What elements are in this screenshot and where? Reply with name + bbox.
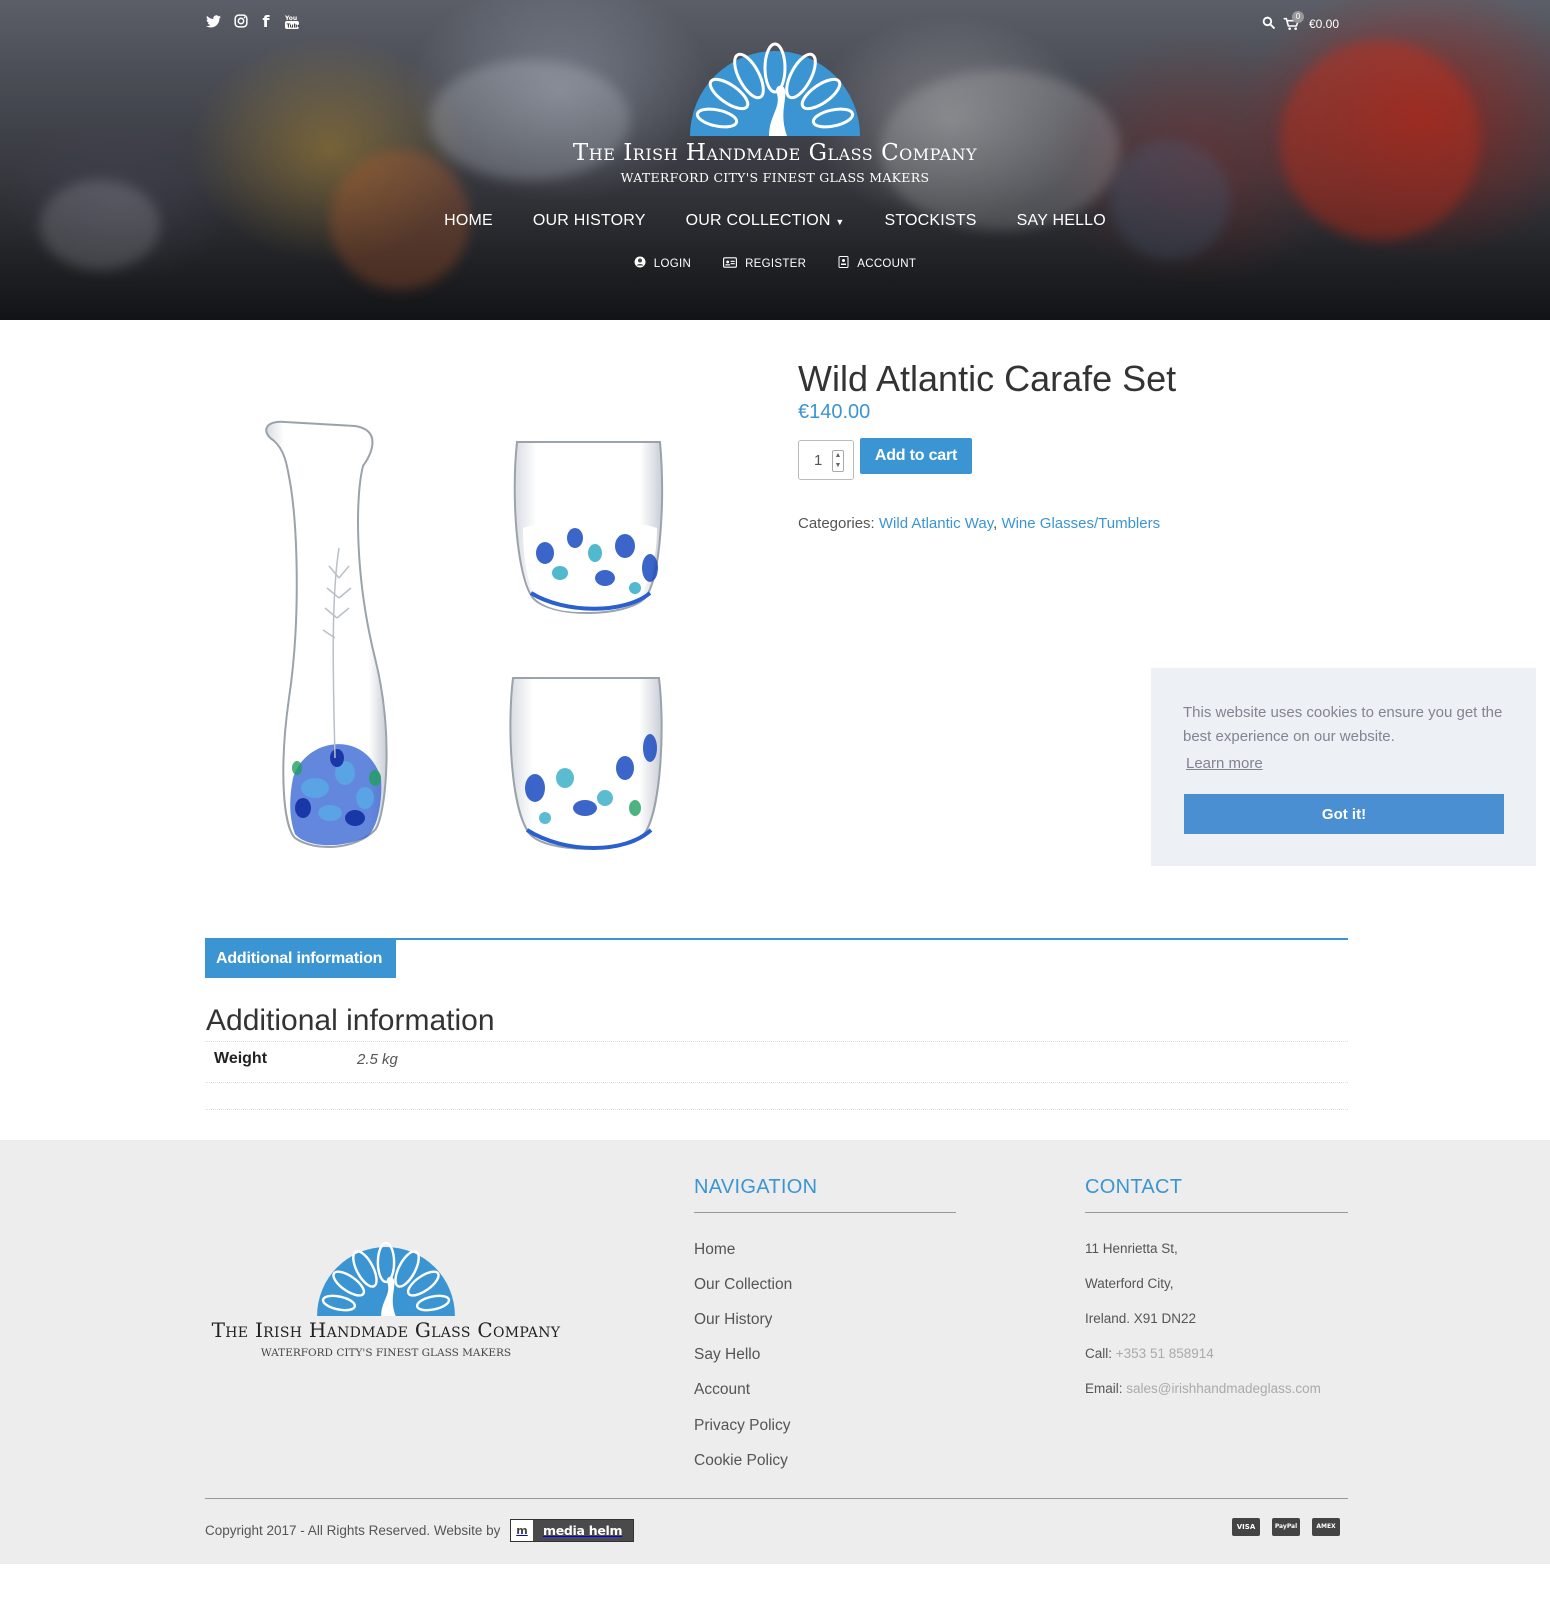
nav-stockists[interactable]: STOCKISTS	[864, 212, 996, 230]
nav-home[interactable]: HOME	[424, 212, 513, 230]
phone-link[interactable]: +353 51 858914	[1116, 1346, 1214, 1361]
add-to-cart-button[interactable]: Add to cart	[860, 438, 972, 474]
cookie-accept-button[interactable]: Got it!	[1184, 794, 1504, 834]
id-card-icon	[723, 256, 738, 271]
account-book-icon	[838, 256, 849, 271]
categories-label: Categories:	[798, 515, 875, 532]
footer-contact-rule	[1085, 1212, 1348, 1213]
copyright-text: Copyright 2017 - All Rights Reserved. We…	[205, 1523, 501, 1538]
account-navigation: LOGIN REGISTER ACCOUNT	[0, 256, 1550, 271]
nav-register-label: REGISTER	[745, 257, 807, 270]
category-link-wine-glasses[interactable]: Wine Glasses/Tumblers	[1001, 515, 1160, 532]
quantity-stepper[interactable]: 1 ▲ ▼	[798, 440, 854, 480]
footer-link-privacy-policy[interactable]: Privacy Policy	[694, 1417, 790, 1435]
visa-icon: VISA	[1232, 1518, 1260, 1536]
product-image[interactable]	[205, 378, 750, 878]
footer-contact-heading: CONTACT	[1085, 1176, 1183, 1198]
footer-brand-title: The Irish Handmade Glass Company	[211, 1318, 561, 1342]
footer-bottom-rule	[205, 1498, 1348, 1499]
section-heading: Additional information	[206, 1004, 495, 1037]
nav-our-collection[interactable]: OUR COLLECTION ▼	[666, 212, 865, 230]
svg-text:You: You	[285, 15, 297, 22]
cart-count-badge: 0	[1292, 11, 1304, 23]
brand-subtitle: WATERFORD CITY'S FINEST GLASS MAKERS	[620, 170, 930, 185]
peacock-logo-icon	[690, 42, 860, 136]
attribute-label: Weight	[214, 1050, 268, 1067]
nav-account-label: ACCOUNT	[857, 257, 917, 270]
footer-link-say-hello[interactable]: Say Hello	[694, 1346, 760, 1364]
paypal-icon: PayPal	[1272, 1518, 1300, 1536]
cookie-consent-banner: This website uses cookies to ensure you …	[1151, 668, 1536, 866]
media-helm-icon: m	[511, 1520, 533, 1541]
email-link[interactable]: sales@irishhandmadeglass.com	[1126, 1381, 1321, 1396]
address-line-2: Waterford City,	[1085, 1276, 1174, 1291]
footer-link-our-collection[interactable]: Our Collection	[694, 1276, 792, 1294]
address-line-3: Ireland. X91 DN22	[1085, 1311, 1197, 1326]
cookie-message: This website uses cookies to ensure you …	[1183, 704, 1503, 745]
category-link-wild-atlantic-way[interactable]: Wild Atlantic Way	[879, 515, 993, 532]
nav-our-history[interactable]: OUR HISTORY	[513, 212, 666, 230]
caret-down-icon: ▼	[835, 217, 845, 227]
footer-brand-subtitle: WATERFORD CITY'S FINEST GLASS MAKERS	[260, 1347, 512, 1359]
footer-navigation-heading: NAVIGATION	[694, 1176, 818, 1198]
tab-additional-information[interactable]: Additional information	[205, 939, 396, 978]
footer-link-home[interactable]: Home	[694, 1241, 735, 1259]
nav-login-label: LOGIN	[653, 257, 692, 270]
phone-label: Call:	[1085, 1346, 1113, 1361]
nav-say-hello[interactable]: SAY HELLO	[997, 212, 1126, 230]
table-row-border	[205, 1082, 1348, 1083]
product-categories: Categories: Wild Atlantic Way, Wine Glas…	[798, 515, 1160, 532]
attribute-value: 2.5 kg	[357, 1051, 398, 1068]
nav-account[interactable]: ACCOUNT	[838, 256, 916, 271]
amex-icon: AMEX	[1312, 1518, 1340, 1536]
contact-email: Email: sales@irishhandmadeglass.com	[1085, 1381, 1321, 1396]
product-price: €140.00	[798, 401, 871, 423]
table-top-border	[205, 1041, 1348, 1042]
brand-title: The Irish Handmade Glass Company	[572, 140, 978, 166]
footer-link-account[interactable]: Account	[694, 1381, 750, 1399]
product-title: Wild Atlantic Carafe Set	[798, 358, 1177, 399]
address-line-1: 11 Henrietta St,	[1085, 1241, 1178, 1256]
cookie-learn-more-link[interactable]: Learn more	[1186, 755, 1263, 772]
user-circle-icon	[634, 256, 646, 271]
spinner-arrows-icon[interactable]: ▲ ▼	[832, 450, 844, 472]
footer-navigation-rule	[694, 1212, 956, 1213]
contact-phone: Call: +353 51 858914	[1085, 1346, 1214, 1361]
media-helm-text: media helm	[543, 1523, 623, 1538]
email-label: Email:	[1085, 1381, 1123, 1396]
nav-register[interactable]: REGISTER	[723, 256, 806, 271]
site-logo[interactable]: The Irish Handmade Glass Company WATERFO…	[0, 28, 1550, 185]
peacock-logo-icon	[317, 1241, 455, 1316]
main-navigation: HOME OUR HISTORY OUR COLLECTION ▼ STOCKI…	[0, 212, 1550, 230]
quantity-value: 1	[814, 452, 823, 469]
footer-link-our-history[interactable]: Our History	[694, 1311, 772, 1329]
footer-logo[interactable]	[313, 1230, 459, 1316]
media-helm-logo[interactable]: m media helm	[510, 1519, 634, 1542]
nav-our-collection-label: OUR COLLECTION	[685, 212, 831, 229]
footer-link-cookie-policy[interactable]: Cookie Policy	[694, 1452, 788, 1470]
table-bottom-border	[205, 1109, 1348, 1110]
nav-login[interactable]: LOGIN	[634, 256, 691, 271]
